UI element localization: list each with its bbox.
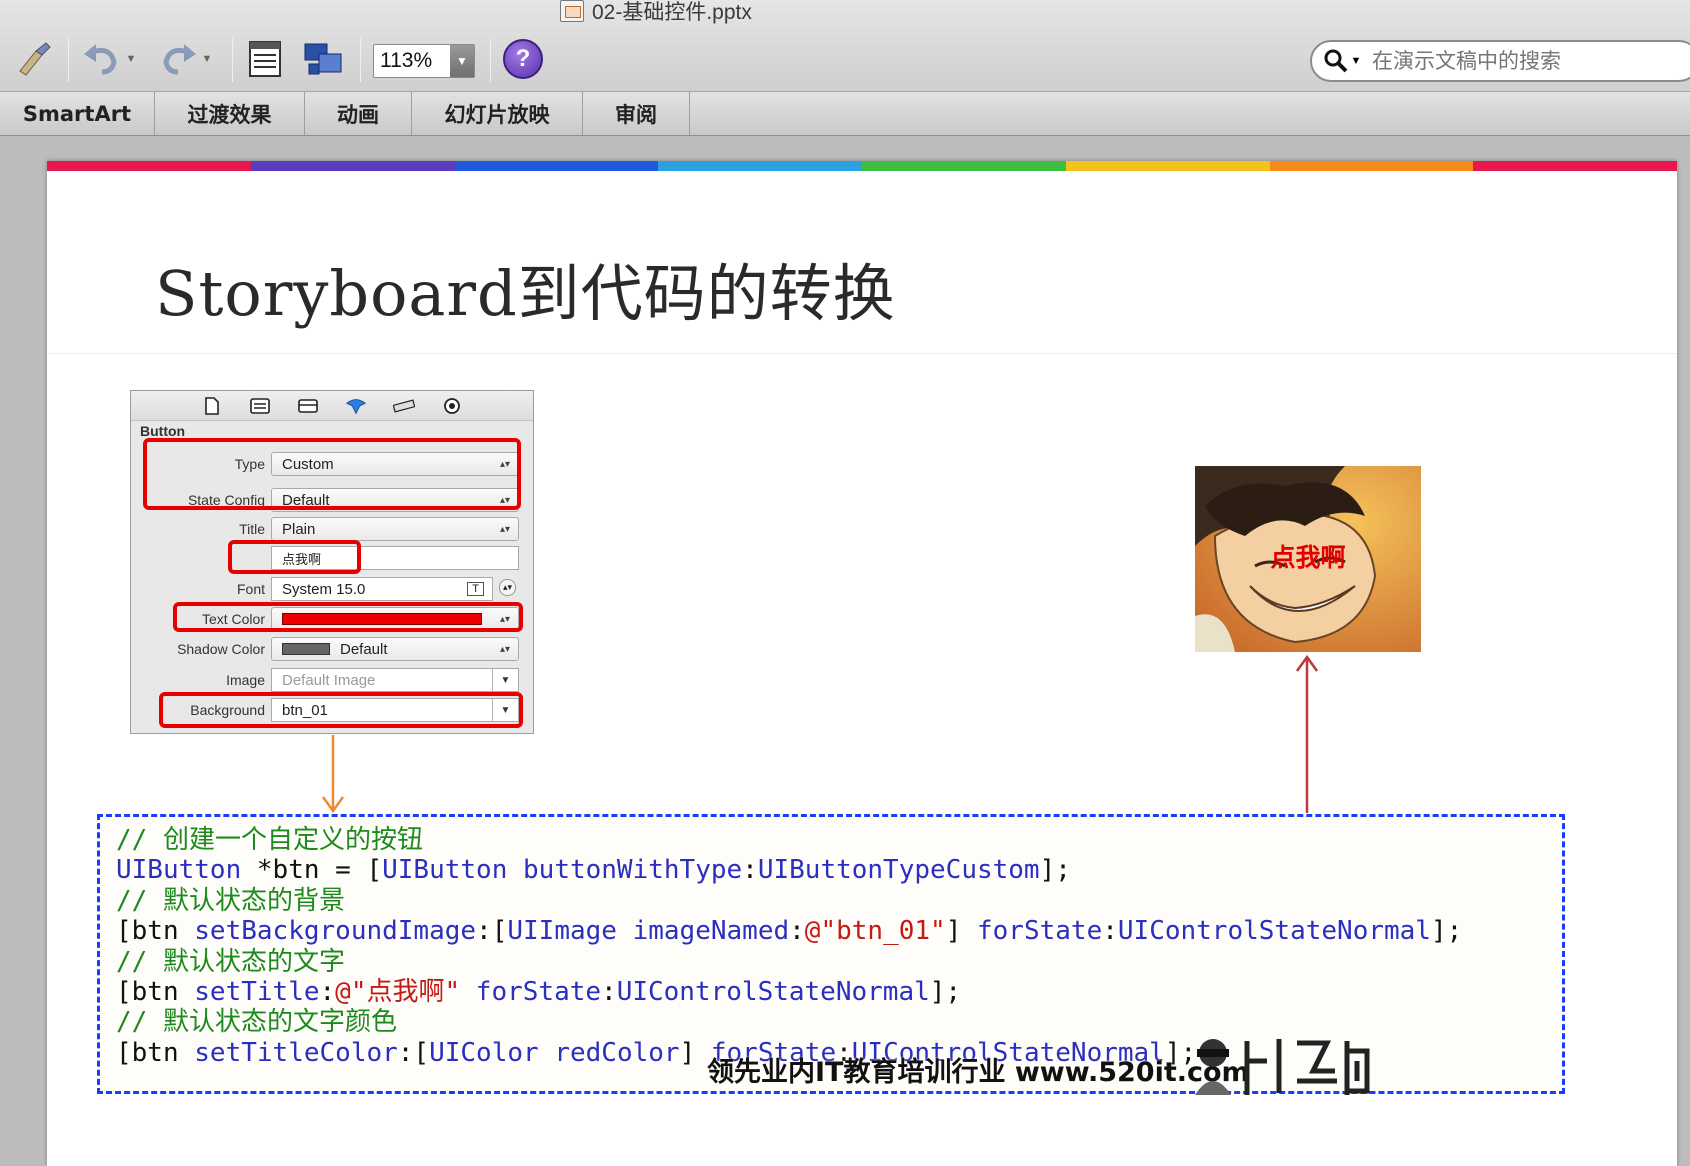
toolbar-separator	[490, 38, 491, 82]
slide[interactable]: Storyboard到代码的转换 Button Type Custom ▴▾ S…	[47, 161, 1677, 1166]
code-comment: // 默认状态的背景	[116, 885, 345, 916]
ribbon-tab-bar: SmartArt 过渡效果 动画 幻灯片放映 审阅	[0, 92, 1690, 136]
redo-button[interactable]: ▼	[152, 36, 218, 82]
chevron-down-icon[interactable]: ▼	[202, 53, 213, 65]
help-button[interactable]: ?	[501, 36, 545, 82]
search-input[interactable]	[1372, 49, 1690, 73]
toolbar-separator	[68, 38, 69, 82]
toolbar-separator	[232, 38, 233, 82]
undo-button[interactable]: ▼	[78, 36, 140, 82]
undo-icon	[83, 44, 117, 75]
zoom-select[interactable]: 113% ▼	[373, 44, 475, 78]
broom-icon	[19, 42, 51, 76]
chevron-down-icon[interactable]: ▼	[126, 53, 137, 65]
search-icon	[1324, 49, 1347, 73]
format-painter-button[interactable]	[10, 36, 54, 82]
slide-layout-button[interactable]	[300, 36, 346, 82]
code-comment: // 默认状态的文字颜色	[116, 1007, 397, 1038]
document-title: 02-基础控件.pptx	[560, 0, 752, 24]
presentation-grid-icon	[304, 43, 342, 75]
tab-smartart[interactable]: SmartArt	[0, 92, 155, 135]
slide-canvas: Storyboard到代码的转换 Button Type Custom ▴▾ S…	[0, 137, 1690, 1166]
watermark-text: 领先业内IT教育培训行业 www.520it.com	[707, 1057, 1250, 1088]
pptx-file-icon	[560, 0, 584, 22]
chevron-down-icon: ▼	[1350, 55, 1362, 67]
tab-animations[interactable]: 动画	[305, 92, 412, 135]
toolbar-separator	[360, 38, 361, 82]
search-box[interactable]: ▼	[1310, 40, 1690, 82]
zoom-value: 113%	[380, 49, 433, 72]
tab-transitions[interactable]: 过渡效果	[155, 92, 305, 135]
window-toolbar: 02-基础控件.pptx ▼ ▼ 113% ▼ ? ▼ 在演示文稿中的搜索	[0, 0, 1690, 92]
chevron-down-icon[interactable]: ▼	[450, 45, 474, 77]
document-title-text: 02-基础控件.pptx	[592, 1, 752, 24]
button-title-label: 点我啊	[1270, 543, 1346, 572]
help-icon: ?	[503, 39, 543, 79]
tab-review[interactable]: 审阅	[583, 92, 690, 135]
search-options[interactable]: ▼	[1312, 48, 1372, 74]
code-comment: // 创建一个自定义的按钮	[116, 825, 423, 855]
code-comment: // 默认状态的文字	[116, 946, 345, 977]
slide-view-button[interactable]	[244, 36, 286, 82]
button-preview-image: 点我啊	[1195, 466, 1421, 652]
redo-icon	[162, 44, 196, 75]
document-list-icon	[249, 41, 281, 77]
tab-slide-show[interactable]: 幻灯片放映	[412, 92, 583, 135]
brand-logo-icon	[1195, 1039, 1370, 1095]
